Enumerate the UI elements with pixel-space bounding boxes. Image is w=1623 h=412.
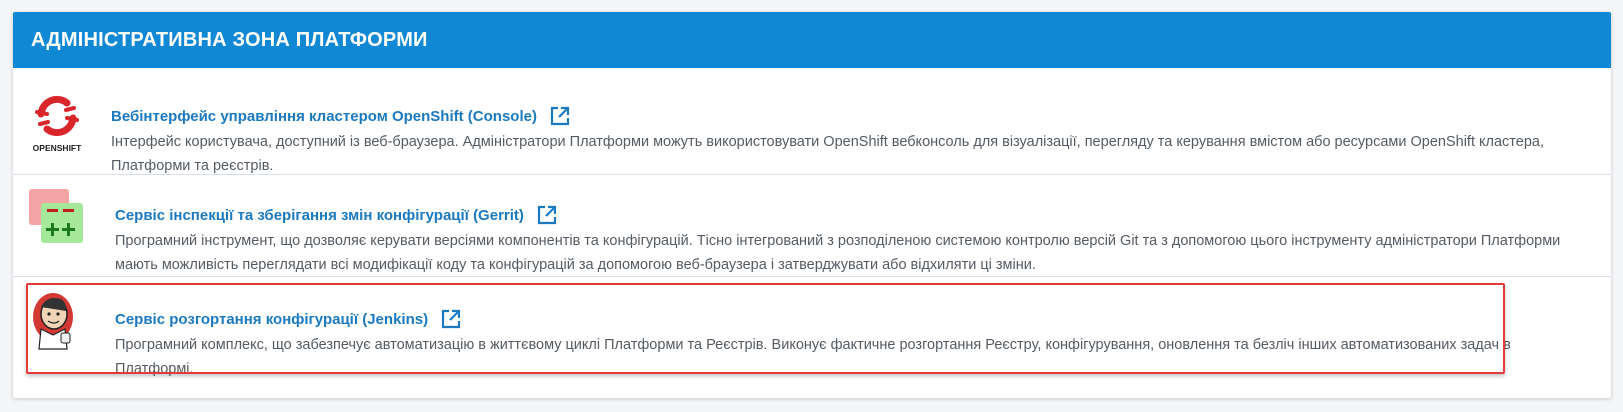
openshift-console-link[interactable]: Вебінтерфейс управління кластером OpenSh… — [111, 108, 537, 125]
entry-description: Програмний інструмент, що дозволяє керув… — [115, 233, 1561, 273]
jenkins-link[interactable]: Сервіс розгортання конфігурації (Jenkins… — [115, 311, 428, 328]
entry-description: Інтерфейс користувача, доступний із веб-… — [111, 134, 1544, 174]
title-row: Сервіс інспекції та зберігання змін конф… — [115, 203, 1591, 227]
jenkins-logo — [27, 287, 97, 357]
openshift-logo: OPENSHIFT — [23, 88, 93, 158]
external-link-icon[interactable] — [536, 204, 558, 226]
openshift-logo-caption: OPENSHIFT — [33, 143, 82, 153]
gerrit-logo — [27, 187, 97, 257]
entry-text: Сервіс інспекції та зберігання змін конф… — [115, 203, 1591, 277]
list-item-gerrit: Сервіс інспекції та зберігання змін конф… — [13, 175, 1611, 275]
entry-description: Програмний комплекс, що забезпечує автом… — [115, 337, 1511, 377]
title-row: Вебінтерфейс управління кластером OpenSh… — [111, 104, 1591, 128]
list-item-jenkins: Сервіс розгортання конфігурації (Jenkins… — [13, 277, 1611, 377]
external-link-icon[interactable] — [440, 308, 462, 330]
gerrit-link[interactable]: Сервіс інспекції та зберігання змін конф… — [115, 207, 524, 224]
entry-text: Вебінтерфейс управління кластером OpenSh… — [111, 104, 1591, 178]
entry-text: Сервіс розгортання конфігурації (Jenkins… — [115, 307, 1591, 381]
list-item-openshift: OPENSHIFT Вебінтерфейс управління класте… — [13, 78, 1611, 174]
external-link-icon[interactable] — [549, 105, 571, 127]
panel-header: Адміністративна зона платформи — [13, 12, 1611, 68]
admin-zone-panel: Адміністративна зона платформи OPENSHIFT… — [13, 12, 1611, 398]
title-row: Сервіс розгортання конфігурації (Jenkins… — [115, 307, 1591, 331]
